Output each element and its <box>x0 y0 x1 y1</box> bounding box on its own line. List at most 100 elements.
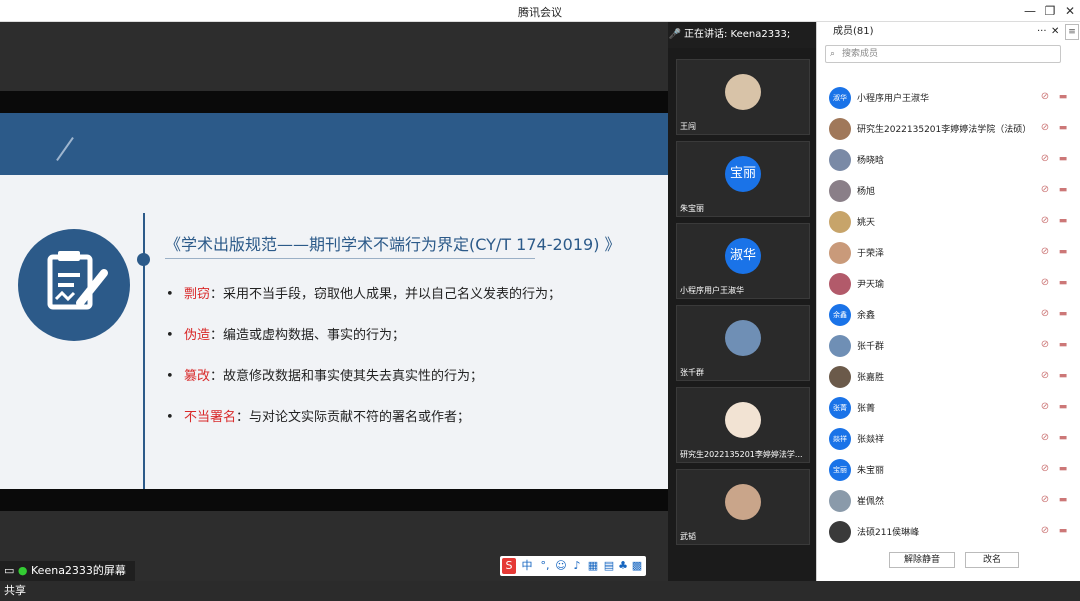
punctuation-icon[interactable]: °, <box>538 558 552 574</box>
camera-off-icon[interactable]: ▬ <box>1057 494 1069 506</box>
mic-muted-icon[interactable]: ⊘ <box>1039 122 1051 134</box>
bullet-text: ：与对论文实际贡献不符的署名或作者； <box>236 410 471 425</box>
title-underline <box>165 258 535 259</box>
mic-muted-icon[interactable]: ⊘ <box>1039 432 1051 444</box>
member-row[interactable]: 尹天瑜 ⊘ ▬ <box>817 269 1080 299</box>
emoji-icon[interactable]: ☺ <box>554 558 568 574</box>
maximize-icon[interactable]: ❐ <box>1042 3 1058 19</box>
tile-name: 武韬 <box>680 532 696 541</box>
sogou-icon[interactable]: S <box>502 558 516 574</box>
camera-off-icon[interactable]: ▬ <box>1057 370 1069 382</box>
member-name: 张燚祥 <box>857 435 885 445</box>
member-row[interactable]: 杨晓晗 ⊘ ▬ <box>817 145 1080 175</box>
mic-muted-icon[interactable]: ⊘ <box>1039 153 1051 165</box>
member-name: 张千群 <box>857 342 885 352</box>
video-tile[interactable]: 淑华 小程序用户王淑华 <box>676 223 810 299</box>
video-tile[interactable]: 王闯 <box>676 59 810 135</box>
member-row[interactable]: 杨旭 ⊘ ▬ <box>817 176 1080 206</box>
camera-off-icon[interactable]: ▬ <box>1057 308 1069 320</box>
camera-off-icon[interactable]: ▬ <box>1057 525 1069 537</box>
toolbox-icon[interactable]: ▤ <box>602 558 616 574</box>
member-row[interactable]: 余鑫 余鑫 ⊘ ▬ <box>817 300 1080 330</box>
avatar: 宝丽 <box>725 156 761 192</box>
mic-muted-icon[interactable]: ⊘ <box>1039 277 1051 289</box>
bullet-key: 不当署名 <box>184 410 237 425</box>
member-name: 尹天瑜 <box>857 280 885 290</box>
menu-grid-icon[interactable]: ▩ <box>630 558 644 574</box>
panel-menu-icon[interactable]: ≡ <box>1065 24 1079 40</box>
mic-muted-icon[interactable]: ⊘ <box>1039 494 1051 506</box>
camera-off-icon[interactable]: ▬ <box>1057 339 1069 351</box>
close-icon[interactable]: ✕ <box>1062 3 1078 19</box>
member-row[interactable]: 姚天 ⊘ ▬ <box>817 207 1080 237</box>
letterbox-bottom <box>0 489 668 511</box>
member-row[interactable]: 于荣泽 ⊘ ▬ <box>817 238 1080 268</box>
voice-icon[interactable]: ♪ <box>570 558 584 574</box>
member-row[interactable]: 张千群 ⊘ ▬ <box>817 331 1080 361</box>
minimize-icon[interactable]: — <box>1022 3 1038 19</box>
camera-off-icon[interactable]: ▬ <box>1057 91 1069 103</box>
document-pen-icon <box>18 229 130 341</box>
avatar <box>829 366 851 388</box>
camera-off-icon[interactable]: ▬ <box>1057 246 1069 258</box>
close-panel-icon[interactable]: ✕ <box>1051 22 1059 42</box>
video-tile[interactable]: 研究生2022135201李婷婷法学... <box>676 387 810 463</box>
mic-muted-icon[interactable]: ⊘ <box>1039 463 1051 475</box>
members-title: 成员(81) <box>833 26 874 37</box>
more-icon[interactable]: ··· <box>1037 22 1047 42</box>
mic-muted-icon[interactable]: ⊘ <box>1039 370 1051 382</box>
chinese-mode-icon[interactable]: 中 <box>520 558 534 574</box>
camera-off-icon[interactable]: ▬ <box>1057 401 1069 413</box>
mic-muted-icon[interactable]: ⊘ <box>1039 246 1051 258</box>
speaking-indicator: 🎤 正在讲话: Keena2333; <box>668 22 816 48</box>
mic-muted-icon[interactable]: ⊘ <box>1039 184 1051 196</box>
mic-muted-icon[interactable]: ⊘ <box>1039 401 1051 413</box>
camera-off-icon[interactable]: ▬ <box>1057 184 1069 196</box>
skin-icon[interactable]: ♣ <box>616 558 630 574</box>
camera-off-icon[interactable]: ▬ <box>1057 277 1069 289</box>
video-tile[interactable]: 宝丽 朱宝丽 <box>676 141 810 217</box>
member-row[interactable]: 崔佩然 ⊘ ▬ <box>817 486 1080 516</box>
keyboard-icon[interactable]: ▦ <box>586 558 600 574</box>
mic-muted-icon[interactable]: ⊘ <box>1039 308 1051 320</box>
camera-off-icon[interactable]: ▬ <box>1057 432 1069 444</box>
search-input[interactable]: ⌕ 搜索成员 <box>825 45 1061 63</box>
mic-muted-icon[interactable]: ⊘ <box>1039 215 1051 227</box>
letterbox-top <box>0 91 668 113</box>
video-tile[interactable]: 武韬 <box>676 469 810 545</box>
camera-off-icon[interactable]: ▬ <box>1057 153 1069 165</box>
window-title: 腾讯会议 <box>518 6 562 19</box>
members-header: 成员(81) ··· ✕ <box>817 22 1080 42</box>
tile-name: 张千群 <box>680 368 704 377</box>
camera-off-icon[interactable]: ▬ <box>1057 122 1069 134</box>
camera-off-icon[interactable]: ▬ <box>1057 463 1069 475</box>
rename-button[interactable]: 改名 <box>965 552 1019 568</box>
screen-share-status: ▭ ● Keena2333的屏幕共享 <box>0 561 135 597</box>
member-row[interactable]: 张菁 张菁 ⊘ ▬ <box>817 393 1080 423</box>
member-row[interactable]: 张嘉胜 ⊘ ▬ <box>817 362 1080 392</box>
mic-muted-icon[interactable]: ⊘ <box>1039 91 1051 103</box>
mic-muted-icon[interactable]: ⊘ <box>1039 339 1051 351</box>
bullet-key: 篡改 <box>184 369 211 384</box>
avatar: 张菁 <box>829 397 851 419</box>
member-row[interactable]: 淑华 小程序用户王淑华 ⊘ ▬ <box>817 83 1080 113</box>
avatar: 淑华 <box>829 87 851 109</box>
member-row[interactable]: 研究生2022135201李婷婷法学院（法硕） ⊘ ▬ <box>817 114 1080 144</box>
speaking-text: 正在讲话: Keena2333; <box>684 29 791 40</box>
bullet-item: • 伪造：编造或虚构数据、事实的行为； <box>166 328 406 343</box>
member-name: 余鑫 <box>857 311 876 321</box>
avatar <box>725 74 761 110</box>
bullet-item: • 剽窃：采用不当手段，窃取他人成果，并以自己名义发表的行为； <box>166 287 562 302</box>
video-tile[interactable]: 张千群 <box>676 305 810 381</box>
camera-off-icon[interactable]: ▬ <box>1057 215 1069 227</box>
avatar <box>829 490 851 512</box>
mic-muted-icon[interactable]: ⊘ <box>1039 525 1051 537</box>
member-row[interactable]: 宝丽 朱宝丽 ⊘ ▬ <box>817 455 1080 485</box>
member-row[interactable]: 法硕211侯琳峰 ⊘ ▬ <box>817 517 1080 547</box>
unmute-all-button[interactable]: 解除静音 <box>889 552 955 568</box>
member-row[interactable]: 燚祥 张燚祥 ⊘ ▬ <box>817 424 1080 454</box>
bullet-text: ：故意修改数据和事实使其失去真实性的行为； <box>210 369 484 384</box>
bullet-key: 剽窃 <box>184 287 211 302</box>
bullet-text: ：编造或虚构数据、事实的行为； <box>210 328 406 343</box>
member-name: 小程序用户王淑华 <box>857 94 930 104</box>
